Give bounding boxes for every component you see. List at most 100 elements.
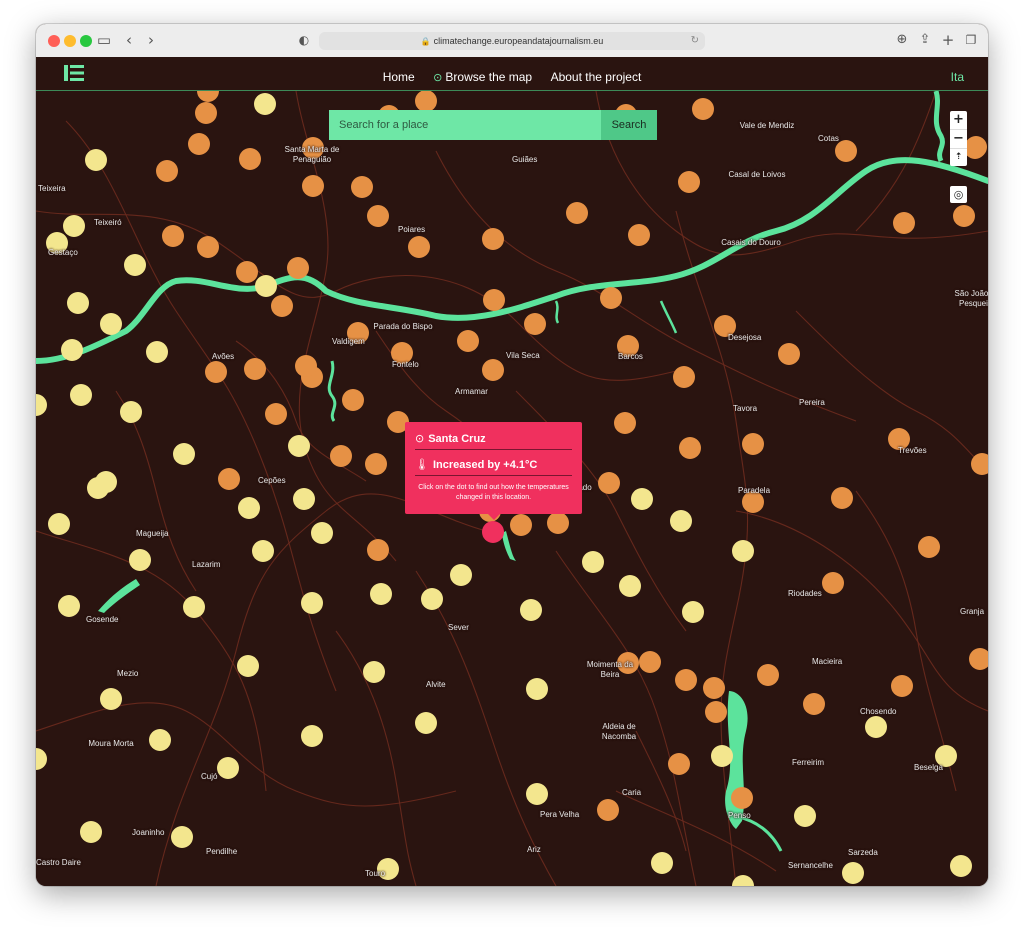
warmer-location-dot (236, 261, 258, 283)
cooler-location-dot (526, 783, 548, 805)
cooler-location-dot (670, 510, 692, 532)
tooltip-temperature-value: Increased by +4.1°C (432, 459, 538, 471)
close-window-button[interactable] (48, 35, 60, 47)
chevron-left-icon[interactable]: ‹ (119, 30, 139, 50)
place-label: Caria (622, 788, 642, 797)
place-label: Pereira (799, 398, 825, 407)
compass-icon[interactable]: ⇡ (950, 149, 967, 166)
road (855, 490, 957, 792)
place-label: Teixeira (38, 184, 66, 193)
cooler-location-dot (100, 688, 122, 710)
warmer-location-dot (482, 359, 504, 381)
river-tributary (659, 300, 678, 334)
place-label: Moura Morta (88, 739, 134, 748)
place-label: Penso (728, 811, 751, 820)
place-label: Avões (212, 352, 235, 361)
place-label: Macieira (812, 657, 843, 666)
warmer-location-dot (614, 412, 636, 434)
cooler-location-dot (237, 655, 259, 677)
cooler-location-dot (238, 497, 260, 519)
warmer-location-dot (239, 148, 261, 170)
tooltip-hint: Click on the dot to find out how the tem… (418, 484, 569, 501)
address-bar[interactable]: 🔒 climatechange.europeandatajournalism.eu… (319, 32, 705, 50)
road (555, 550, 697, 886)
sidebar-icon[interactable]: ▭ (94, 30, 114, 50)
warmer-location-dot (757, 664, 779, 686)
warmer-location-dot (953, 205, 975, 227)
thermometer-icon: 🌡 (415, 458, 429, 471)
cooler-location-dot (842, 862, 864, 884)
cooler-location-dot (421, 588, 443, 610)
minimize-window-button[interactable] (64, 35, 76, 47)
location-pin-icon: ⊙ (415, 432, 425, 445)
maximize-window-button[interactable] (80, 35, 92, 47)
cooler-location-dot (36, 748, 47, 770)
place-label: Trevões (898, 446, 927, 455)
place-label: Barcos (618, 352, 643, 361)
warmer-location-dot (803, 693, 825, 715)
map-canvas[interactable]: Teixeira Teixeiró Gestaço Santa Marta de Pe… (36, 91, 988, 886)
cooler-location-dot (36, 394, 47, 416)
cooler-location-dot (732, 540, 754, 562)
cooler-location-dot (146, 341, 168, 363)
tooltip-place-name: Santa Cruz (428, 433, 486, 445)
place-label: Ferreirim (792, 758, 824, 767)
reload-icon[interactable]: ↻ (691, 32, 699, 50)
warmer-location-dot (893, 212, 915, 234)
zoom-out-button[interactable]: − (950, 130, 967, 149)
warmer-location-dot (628, 224, 650, 246)
warmer-location-dot (918, 536, 940, 558)
place-label: Riodades (788, 589, 822, 598)
warmer-location-dot (675, 669, 697, 691)
nav-browse-map-label: Browse the map (445, 70, 533, 84)
plus-icon[interactable]: + (938, 30, 958, 50)
cooler-location-dot (651, 852, 673, 874)
warmer-location-dot (692, 98, 714, 120)
shield-icon[interactable]: ◐ (294, 30, 314, 50)
warmer-location-dot (367, 539, 389, 561)
locate-icon[interactable]: ◎ (950, 186, 967, 203)
warmer-location-dot (597, 799, 619, 821)
search-button[interactable]: Search (601, 110, 657, 140)
cooler-location-dot (254, 93, 276, 115)
search-input[interactable] (329, 110, 601, 140)
warmer-location-dot (188, 133, 210, 155)
warmer-location-dot (524, 313, 546, 335)
zoom-in-button[interactable]: + (950, 111, 967, 130)
warmer-location-dot (668, 753, 690, 775)
warmer-location-dot (679, 437, 701, 459)
warmer-location-dot (302, 175, 324, 197)
cooler-location-dot (794, 805, 816, 827)
cooler-location-dot (120, 401, 142, 423)
cooler-location-dot (217, 757, 239, 779)
place-label: Santa Marta de Penaguião (284, 145, 340, 164)
warmer-location-dot (547, 512, 569, 534)
tooltip-pointer (488, 514, 500, 520)
tabs-icon[interactable]: ❐ (961, 30, 981, 50)
chevron-right-icon[interactable]: › (141, 30, 161, 50)
warmer-location-dot (600, 287, 622, 309)
warmer-location-dot (673, 366, 695, 388)
place-label: Sever (448, 623, 469, 632)
warmer-location-dot (678, 171, 700, 193)
place-label: Magueija (136, 529, 169, 538)
cooler-location-dot (48, 513, 70, 535)
cooler-location-dot (865, 716, 887, 738)
cooler-location-dot (124, 254, 146, 276)
warmer-location-dot (408, 236, 430, 258)
download-icon[interactable]: ⊕ (892, 30, 912, 50)
site-header: Home ⊙ Browse the map About the project I… (36, 57, 988, 91)
cooler-location-dot (950, 855, 972, 877)
warmer-location-dot (639, 651, 661, 673)
cooler-location-dot (363, 661, 385, 683)
place-label: Beselga (914, 763, 943, 772)
place-label: Alvite (426, 680, 446, 689)
cooler-location-dot (301, 725, 323, 747)
tooltip-temperature: 🌡 Increased by +4.1°C (415, 458, 572, 471)
place-label: Fontelo (392, 360, 419, 369)
share-icon[interactable]: ⇪ (915, 30, 935, 50)
river-douro (36, 157, 988, 364)
place-label: Gosende (86, 615, 119, 624)
road (435, 150, 857, 422)
place-label: Desejosa (728, 333, 762, 342)
